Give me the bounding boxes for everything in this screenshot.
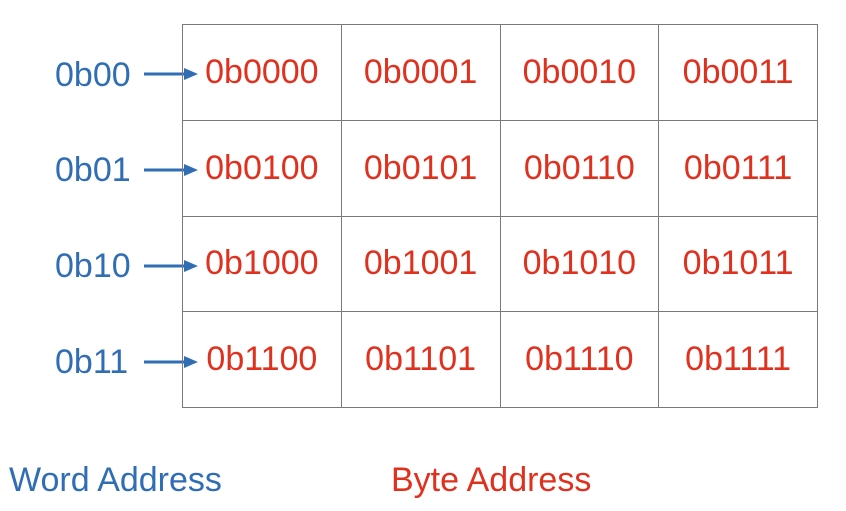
byte-cell: 0b0000 [182, 24, 342, 121]
grid-row: 0b0100 0b0101 0b0110 0b0111 [182, 119, 818, 217]
byte-cell: 0b1011 [658, 215, 818, 313]
byte-cell: 0b1001 [340, 215, 501, 313]
word-address-legend: Word Address [9, 461, 222, 499]
byte-cell: 0b1110 [499, 311, 660, 408]
byte-cell: 0b0100 [182, 119, 342, 217]
grid-row: 0b0000 0b0001 0b0010 0b0011 [182, 24, 818, 121]
word-address-3: 0b11 [55, 343, 129, 381]
byte-cell: 0b1101 [340, 311, 501, 408]
byte-cell: 0b0111 [658, 119, 818, 217]
grid-row: 0b1000 0b1001 0b1010 0b1011 [182, 215, 818, 313]
byte-cell: 0b1111 [658, 311, 818, 408]
byte-cell: 0b1000 [182, 215, 342, 313]
word-address-1: 0b01 [55, 151, 131, 189]
memory-address-diagram: 0b00 0b01 0b10 0b11 0b0000 0b0001 0b0010… [0, 0, 846, 511]
byte-address-legend: Byte Address [391, 461, 592, 499]
byte-cell: 0b0001 [340, 24, 501, 121]
byte-cell: 0b1010 [499, 215, 660, 313]
grid-row: 0b1100 0b1101 0b1110 0b1111 [182, 311, 818, 408]
byte-cell: 0b0010 [499, 24, 660, 121]
byte-cell: 0b0011 [658, 24, 818, 121]
byte-cell: 0b1100 [182, 311, 342, 408]
word-address-2: 0b10 [55, 247, 131, 285]
byte-cell: 0b0101 [340, 119, 501, 217]
byte-address-grid: 0b0000 0b0001 0b0010 0b0011 0b0100 0b010… [182, 24, 818, 408]
word-address-0: 0b00 [55, 56, 131, 94]
byte-cell: 0b0110 [499, 119, 660, 217]
